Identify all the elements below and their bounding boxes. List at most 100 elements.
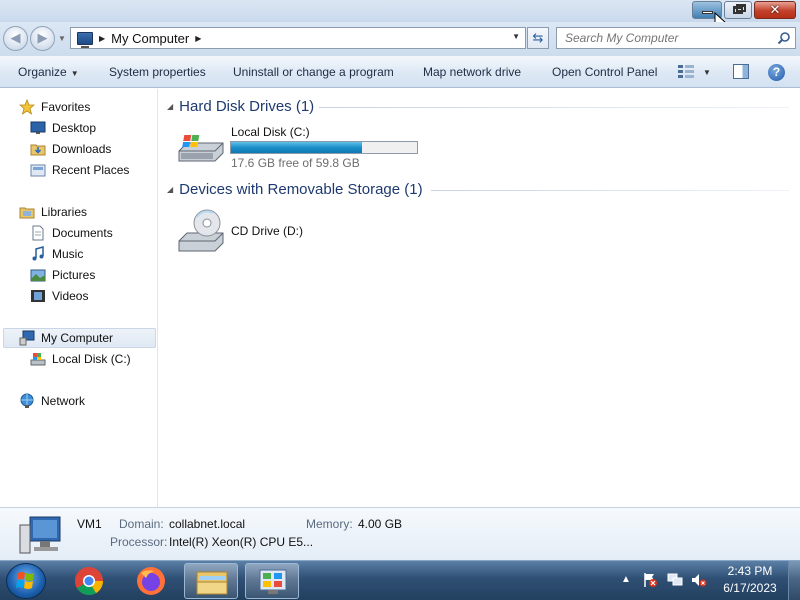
organize-label: Organize	[18, 65, 67, 79]
details-pane: VM1 Domain: collabnet.local Memory: 4.00…	[0, 507, 800, 560]
clock-date: 6/17/2023	[723, 581, 777, 595]
memory-value: 4.00 GB	[358, 517, 403, 531]
downloads-folder-icon	[30, 144, 46, 156]
nav-favorites[interactable]: Favorites	[19, 97, 90, 117]
hard-drive-icon	[178, 135, 224, 162]
chrome-taskbar-button[interactable]	[62, 563, 116, 599]
nav-documents[interactable]: Documents	[30, 223, 113, 243]
uninstall-program-button[interactable]: Uninstall or change a program	[233, 65, 394, 79]
nav-pictures[interactable]: Pictures	[30, 265, 95, 285]
command-bar: Organize ▼ System properties Uninstall or…	[0, 56, 800, 88]
address-dropdown-icon[interactable]: ▼	[512, 32, 520, 41]
content-area: ◢ Hard Disk Drives (1) Local Disk (C:) 1…	[159, 89, 800, 507]
recent-pages-dropdown[interactable]: ▼	[58, 34, 66, 43]
hard-disk-group-header[interactable]: ◢ Hard Disk Drives (1)	[167, 98, 314, 115]
back-button[interactable]: ◀	[3, 26, 28, 51]
pictures-icon	[30, 269, 46, 282]
removable-group-header[interactable]: ◢ Devices with Removable Storage (1)	[167, 181, 423, 198]
map-network-drive-button[interactable]: Map network drive	[423, 65, 521, 79]
nav-videos[interactable]: Videos	[30, 286, 88, 306]
firefox-taskbar-button[interactable]	[124, 563, 178, 599]
system-properties-button[interactable]: System properties	[109, 65, 206, 79]
breadcrumb-arrow-icon[interactable]: ▶	[195, 34, 201, 43]
star-icon	[19, 99, 35, 115]
minimize-icon	[702, 11, 713, 14]
group-title: Hard Disk Drives (1)	[179, 98, 315, 115]
computer-icon	[19, 516, 61, 554]
chrome-icon	[75, 567, 103, 595]
network-status-icon[interactable]	[667, 572, 683, 588]
drive-free-space: 17.6 GB free of 59.8 GB	[231, 156, 360, 170]
processor-value: Intel(R) Xeon(R) CPU E5...	[169, 535, 314, 549]
hard-drive-icon	[30, 353, 46, 366]
breadcrumb-my-computer[interactable]: My Computer	[111, 31, 189, 46]
forward-button[interactable]: ▶	[30, 26, 55, 51]
show-desktop-button[interactable]	[788, 561, 800, 600]
nav-local-disk[interactable]: Local Disk (C:)	[30, 349, 131, 369]
show-hidden-icons-button[interactable]: ▲	[621, 571, 631, 588]
nav-label: Videos	[52, 289, 89, 303]
nav-music[interactable]: Music	[30, 244, 83, 264]
nav-libraries[interactable]: Libraries	[19, 202, 87, 222]
libraries-icon	[19, 207, 35, 219]
clock[interactable]: 2:43 PM 6/17/2023	[720, 563, 780, 597]
breadcrumb-arrow-icon[interactable]: ▶	[99, 34, 105, 43]
nav-label: Network	[41, 394, 86, 408]
nav-network[interactable]: Network	[19, 391, 85, 411]
change-view-icon[interactable]	[678, 65, 694, 79]
back-arrow-icon: ◀	[10, 30, 21, 45]
volume-muted-icon[interactable]	[691, 572, 707, 588]
nav-my-computer[interactable]: My Computer	[3, 328, 156, 348]
folder-icon	[196, 571, 228, 595]
network-icon	[20, 393, 34, 408]
nav-label: Pictures	[52, 268, 96, 282]
collapse-icon[interactable]: ◢	[167, 185, 173, 194]
nav-label: Libraries	[41, 205, 88, 219]
control-panel-taskbar-button[interactable]	[245, 563, 299, 599]
recent-places-icon	[30, 164, 46, 177]
help-icon[interactable]: ?	[768, 64, 785, 81]
search-input[interactable]	[557, 28, 767, 48]
nav-label: Downloads	[52, 142, 112, 156]
drive-name: CD Drive (D:)	[231, 224, 303, 238]
nav-recent-places[interactable]: Recent Places	[30, 160, 129, 180]
window-controls: ✕	[692, 1, 796, 19]
windows-logo-icon	[16, 572, 34, 589]
forward-arrow-icon: ▶	[37, 30, 48, 45]
processor-key: Processor:	[110, 535, 168, 549]
desktop-icon	[30, 121, 46, 134]
address-row: ◀ ▶ ▼ ▶ My Computer ▶ ▼ ⇆	[0, 22, 800, 56]
nav-desktop[interactable]: Desktop	[30, 118, 96, 138]
clock-time: 2:43 PM	[727, 564, 773, 578]
disk-usage-fill	[231, 142, 363, 153]
cd-drive-item[interactable]: CD Drive (D:)	[173, 205, 433, 257]
window-titlebar: ✕	[0, 0, 800, 32]
group-divider	[431, 190, 789, 191]
search-icon[interactable]	[777, 31, 791, 45]
music-icon	[32, 246, 44, 261]
close-button[interactable]: ✕	[754, 1, 796, 19]
preview-pane-icon[interactable]	[733, 64, 749, 79]
restore-icon-front	[733, 6, 743, 14]
search-box[interactable]	[556, 27, 796, 49]
refresh-button[interactable]: ⇆	[527, 27, 549, 49]
local-disk-item[interactable]: Local Disk (C:) 17.6 GB free of 59.8 GB	[173, 119, 433, 170]
navigation-pane: Favorites Desktop Downloads Recent Place…	[0, 89, 158, 507]
open-control-panel-button[interactable]: Open Control Panel	[552, 65, 657, 79]
address-bar[interactable]: ▶ My Computer ▶ ▼	[70, 27, 526, 49]
organize-button[interactable]: Organize ▼	[18, 65, 79, 79]
restore-button[interactable]	[724, 1, 752, 19]
group-divider	[319, 107, 789, 108]
computer-icon	[19, 330, 35, 346]
view-options-dropdown-icon[interactable]: ▼	[703, 68, 711, 77]
start-button[interactable]	[6, 563, 46, 599]
explorer-taskbar-button[interactable]	[184, 563, 238, 599]
action-center-icon[interactable]	[642, 572, 658, 588]
nav-downloads[interactable]: Downloads	[30, 139, 111, 159]
computer-icon	[77, 31, 93, 48]
nav-label: Local Disk (C:)	[52, 352, 131, 366]
nav-label: My Computer	[41, 331, 114, 345]
nav-label: Music	[52, 247, 84, 261]
group-title: Devices with Removable Storage (1)	[179, 181, 423, 198]
collapse-icon[interactable]: ◢	[167, 102, 173, 111]
